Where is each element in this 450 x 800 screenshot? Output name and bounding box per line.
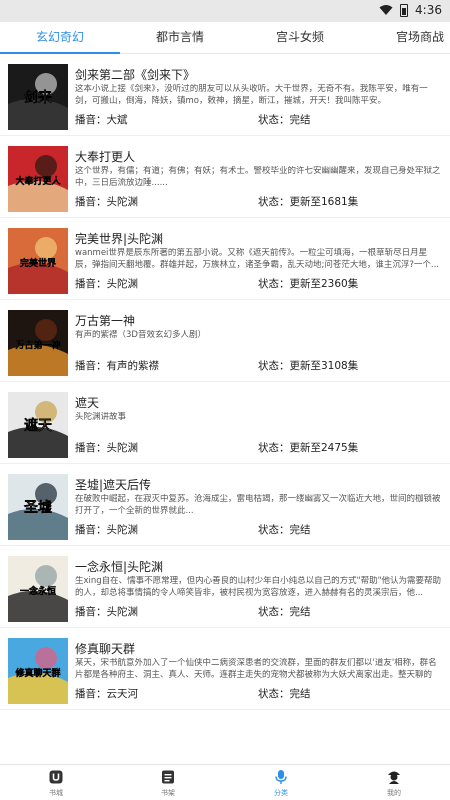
nav-category[interactable]: 分类 — [225, 765, 337, 800]
tab-xuanhuan[interactable]: 玄幻奇幻 — [0, 22, 120, 54]
book-status: 状态：完结 — [258, 114, 311, 126]
bookstore-icon — [49, 770, 63, 784]
book-narrator: 播音：头陀渊 — [75, 606, 138, 618]
book-cover[interactable]: 剑来 — [8, 64, 68, 130]
book-title: 万古第一神 — [75, 314, 136, 328]
book-status: 状态：完结 — [258, 688, 311, 700]
book-cover[interactable]: 完美世界 — [8, 228, 68, 294]
book-item[interactable]: 一念永恒 一念永恒|头陀渊 生xing自在、懦事不愿常理，但内心善良的山村少年白… — [0, 546, 450, 628]
book-status: 状态：更新至3108集 — [258, 360, 359, 372]
book-description: 某天，宋书航意外加入了一个仙侠中二病资深患者的交流群，里面的群友们都以'道友'相… — [75, 658, 437, 680]
book-narrator: 播音：大斌 — [75, 114, 128, 126]
profile-icon — [388, 771, 400, 784]
book-narrator: 播音：头陀渊 — [75, 524, 138, 536]
cover-shape — [35, 565, 57, 587]
cover-shape — [35, 647, 57, 669]
cover-art: 一念永恒 — [8, 556, 68, 622]
nav-label: 我的 — [387, 789, 401, 797]
cover-shape — [35, 155, 57, 177]
status-time: 4:36 — [415, 3, 442, 17]
book-title: 剑来第二部《剑来下》 — [75, 68, 196, 82]
nav-bookshelf[interactable]: 书架 — [112, 765, 224, 800]
book-cover[interactable]: 遮天 — [8, 392, 68, 458]
cover-art: 大奉打更人 — [8, 146, 68, 212]
cover-art: 万古第一神 — [8, 310, 68, 376]
book-cover[interactable]: 大奉打更人 — [8, 146, 68, 212]
bottom-navigation: 书城 书架 分类 我的 — [0, 764, 450, 800]
book-title: 一念永恒|头陀渊 — [75, 560, 164, 574]
book-item[interactable]: 圣墟 圣墟|遮天后传 在破败中崛起，在寂灭中复苏。沧海成尘，雷电枯竭，那一缕幽雾… — [0, 464, 450, 546]
cover-title-text: 一念永恒 — [20, 585, 56, 597]
cover-title-text: 万古第一神 — [14, 339, 60, 351]
book-item[interactable]: 遮天 遮天 头陀渊讲故事 播音：头陀渊 状态：更新至2475集 — [0, 382, 450, 464]
battery-icon — [400, 3, 409, 17]
book-description: 有声的紫襟（3D音效玄幻多人剧） — [75, 330, 206, 340]
book-narrator: 播音：头陀渊 — [75, 442, 138, 454]
category-tabs: 玄幻奇幻 都市言情 宫斗女频 官场商战 — [0, 22, 450, 54]
book-narrator: 播音：云天河 — [75, 688, 138, 700]
nav-label: 书架 — [161, 789, 175, 797]
nav-profile[interactable]: 我的 — [338, 765, 450, 800]
book-item[interactable]: 剑来 剑来第二部《剑来下》 这本小说上接《剑来》，没听过的朋友可以从头收听。大千… — [0, 54, 450, 136]
book-description: 生xing自在、懦事不愿常理，但内心善良的山村少年白小纯总以自己的方式"帮助"他… — [75, 576, 441, 598]
cover-art: 圣墟 — [8, 474, 68, 540]
book-title: 完美世界|头陀渊 — [75, 232, 164, 246]
book-description: 这个世界，有儒；有道；有佛；有妖；有术士。警校毕业的许七安幽幽醒来，发现自己身处… — [75, 166, 441, 188]
book-cover[interactable]: 修真聊天群 — [8, 638, 68, 704]
cover-title-text: 完美世界 — [20, 257, 56, 269]
book-narrator: 播音：头陀渊 — [75, 278, 138, 290]
book-status: 状态：完结 — [258, 606, 311, 618]
book-item[interactable]: 大奉打更人 大奉打更人 这个世界，有儒；有道；有佛；有妖；有术士。警校毕业的许七… — [0, 136, 450, 218]
book-narrator: 播音：头陀渊 — [75, 196, 138, 208]
tab-dushi[interactable]: 都市言情 — [120, 22, 240, 54]
book-cover[interactable]: 万古第一神 — [8, 310, 68, 376]
cover-art: 修真聊天群 — [8, 638, 68, 704]
book-cover[interactable]: 圣墟 — [8, 474, 68, 540]
book-status: 状态：更新至2360集 — [258, 278, 359, 290]
nav-bookstore[interactable]: 书城 — [0, 765, 112, 800]
book-item[interactable]: 修真聊天群 修真聊天群 某天，宋书航意外加入了一个仙侠中二病资深患者的交流群，里… — [0, 628, 450, 710]
book-status: 状态：更新至2475集 — [258, 442, 359, 454]
cover-art: 遮天 — [8, 392, 68, 458]
cover-title-text: 圣墟 — [23, 499, 52, 516]
book-cover[interactable]: 一念永恒 — [8, 556, 68, 622]
book-item[interactable]: 万古第一神 万古第一神 有声的紫襟（3D音效玄幻多人剧） 播音：有声的紫襟 状态… — [0, 300, 450, 382]
book-title: 修真聊天群 — [75, 642, 136, 656]
cover-title-text: 遮天 — [24, 417, 53, 434]
nav-label: 书城 — [49, 789, 63, 797]
cover-art: 剑来 — [8, 64, 68, 130]
tab-guanchang[interactable]: 官场商战 — [360, 22, 450, 54]
book-status: 状态：更新至1681集 — [258, 196, 359, 208]
cover-art: 完美世界 — [8, 228, 68, 294]
book-narrator: 播音：有声的紫襟 — [75, 360, 159, 372]
book-description: wanmei世界是辰东所著的第五部小说。又称《遮天前传》。一粒尘可填海，一根草斩… — [75, 248, 439, 270]
microphone-icon — [275, 770, 287, 784]
book-title: 遮天 — [75, 396, 100, 410]
book-item[interactable]: 完美世界 完美世界|头陀渊 wanmei世界是辰东所著的第五部小说。又称《遮天前… — [0, 218, 450, 300]
cover-title-text: 大奉打更人 — [15, 175, 61, 187]
status-bar: 4:36 — [0, 0, 450, 22]
book-list[interactable]: 剑来 剑来第二部《剑来下》 这本小说上接《剑来》，没听过的朋友可以从头收听。大千… — [0, 54, 450, 764]
tab-gongdou[interactable]: 宫斗女频 — [240, 22, 360, 54]
cover-shape — [35, 319, 57, 341]
book-title: 圣墟|遮天后传 — [75, 478, 152, 492]
cover-title-text: 修真聊天群 — [14, 667, 60, 679]
nav-label: 分类 — [274, 789, 288, 797]
book-description: 这本小说上接《剑来》，没听过的朋友可以从头收听。大千世界，无奇不有。我陈平安，唯… — [75, 84, 428, 106]
book-status: 状态：完结 — [258, 524, 311, 536]
bookshelf-icon — [162, 770, 174, 784]
wifi-icon — [379, 5, 393, 15]
cover-shape — [35, 237, 57, 259]
book-title: 大奉打更人 — [75, 150, 136, 164]
book-description: 头陀渊讲故事 — [75, 412, 127, 422]
book-description: 在破败中崛起，在寂灭中复苏。沧海成尘，雷电枯竭，那一缕幽雾又一次临近大地，世间的… — [75, 494, 441, 516]
cover-title-text: 剑来 — [23, 89, 53, 106]
